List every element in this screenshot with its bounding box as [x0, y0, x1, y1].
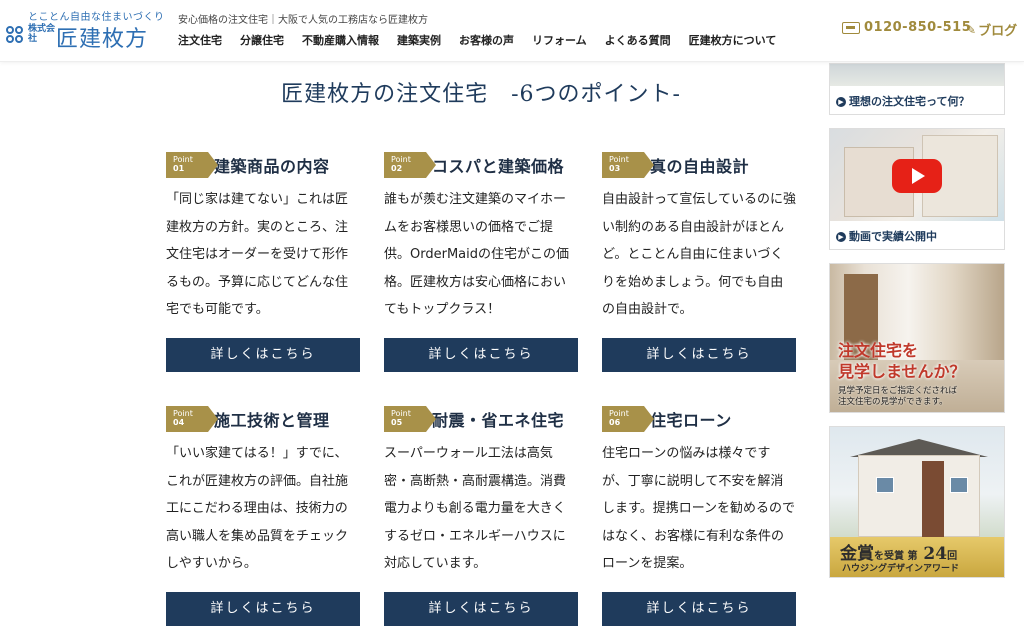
phone-number[interactable]: 0120-850-515 — [842, 20, 971, 35]
point-title: コスパと建築価格 — [432, 157, 565, 176]
point-card: Point 03 真の自由設計 自由設計って宣伝しているのに強い制約のある自由設計… — [602, 152, 796, 326]
sidebar-banner-tour[interactable]: 注文住宅を見学しませんか？ 見学予定日をご指定くだされば 注文住宅の見学ができます… — [829, 263, 1005, 413]
point-badge-label: Point — [173, 409, 193, 418]
point-title: 真の自由設計 — [650, 157, 750, 176]
nav-item-about[interactable]: 匠建枚方について — [689, 32, 777, 48]
point-body: 住宅ローンの悩みは様々ですが、丁寧に説明して不安を解消します。提携ローンを勧める… — [602, 446, 796, 571]
point-title: 耐震・省エネ住宅 — [432, 411, 565, 430]
point-badge: Point 05 — [384, 406, 436, 432]
house-photo — [830, 64, 1004, 86]
point-badge-label: Point — [391, 155, 411, 164]
arrow-right-icon: ▶ — [836, 232, 846, 242]
tour-heading-line: 注文住宅を — [838, 341, 919, 360]
nav-item-reform[interactable]: リフォーム — [532, 32, 587, 48]
point-heading: Point 05 耐震・省エネ住宅 — [384, 406, 578, 432]
point-badge-number: 01 — [173, 164, 185, 173]
point-badge-number: 04 — [173, 418, 185, 427]
point-badge: Point 02 — [384, 152, 436, 178]
point-body: 自由設計って宣伝しているのに強い制約のある自由設計がほとんど。とことん自由に住ま… — [602, 192, 796, 317]
tour-note: 見学予定日をご指定くだされば 注文住宅の見学ができます。 — [838, 386, 957, 408]
point-heading: Point 03 真の自由設計 — [602, 152, 796, 178]
point-badge-label: Point — [609, 155, 629, 164]
point-badge-number: 05 — [391, 418, 403, 427]
point-card: Point 06 住宅ローン 住宅ローンの悩みは様々ですが、丁寧に説明して不安を解… — [602, 406, 796, 580]
point-body: 「いい家建てはる！」すでに、これが匠建枚方の評価。自社施工にこだわる理由は、技術… — [166, 446, 349, 571]
point-title: 建築商品の内容 — [214, 157, 330, 176]
point-badge-label: Point — [391, 409, 411, 418]
site-logo[interactable]: とことん自由な住まいづくり 株式会社 匠建枚方 — [6, 8, 166, 56]
house-accent — [922, 461, 944, 537]
sidebar-banner-video[interactable]: ▶ 動画で実績公開中 — [829, 128, 1005, 250]
point-badge: Point 01 — [166, 152, 218, 178]
window-shape — [876, 477, 894, 493]
banner-label-text: 理想の注文住宅って何？ — [849, 95, 970, 108]
logo-mark-icon — [6, 26, 26, 46]
point-badge-label: Point — [173, 155, 193, 164]
video-play-icon[interactable] — [892, 159, 942, 193]
details-button[interactable]: 詳しくはこちら — [602, 338, 796, 372]
nav-item-custom-home[interactable]: 注文住宅 — [178, 32, 222, 48]
pencil-icon: ✎ — [966, 22, 977, 37]
details-button[interactable]: 詳しくはこちら — [166, 592, 360, 626]
point-heading: Point 02 コスパと建築価格 — [384, 152, 578, 178]
point-title: 施工技術と管理 — [214, 411, 330, 430]
details-button[interactable]: 詳しくはこちら — [384, 592, 578, 626]
details-button[interactable]: 詳しくはこちら — [384, 338, 578, 372]
logo-name: 匠建枚方 — [56, 27, 149, 52]
details-button[interactable]: 詳しくはこちら — [602, 592, 796, 626]
banner-label: ▶ 理想の注文住宅って何？ — [830, 90, 1004, 114]
point-heading: Point 01 建築商品の内容 — [166, 152, 360, 178]
point-card: Point 02 コスパと建築価格 誰もが羨む注文建築のマイホームをお客様思いの価… — [384, 152, 578, 326]
point-body: スーパーウォール工法は高気密・高断熱・高耐震構造。消費電力よりも創る電力量を大き… — [384, 446, 567, 571]
tour-heading: 注文住宅を見学しませんか？ — [838, 340, 966, 382]
point-heading: Point 04 施工技術と管理 — [166, 406, 360, 432]
phone-text: 0120-850-515 — [864, 20, 972, 35]
section-title: 匠建枚方の注文住宅 -6つのポイント- — [281, 82, 681, 107]
logo-company-type: 株式会社 — [28, 24, 56, 44]
point-body: 誰もが羨む注文建築のマイホームをお客様思いの価格でご提供。OrderMaidの住… — [384, 192, 569, 317]
point-badge-number: 06 — [609, 418, 621, 427]
sidebar-banner-award[interactable]: 金賞を受賞 第 24回 ハウジングデザインアワード — [829, 426, 1005, 578]
free-dial-icon — [842, 21, 860, 34]
point-badge-number: 03 — [609, 164, 621, 173]
award-name: ハウジングデザインアワード — [842, 564, 960, 574]
point-card: Point 04 施工技術と管理 「いい家建てはる！」すでに、これが匠建枚方の評価… — [166, 406, 360, 580]
point-badge: Point 06 — [602, 406, 654, 432]
tour-note-line: 注文住宅の見学ができます。 — [838, 397, 948, 407]
window-shape — [950, 477, 968, 493]
nav-item-voices[interactable]: お客様の声 — [459, 32, 514, 48]
blog-link[interactable]: ✎ ブログ — [966, 20, 1018, 40]
nav-item-examples[interactable]: 建築実例 — [397, 32, 441, 48]
banner-label-text: 動画で実績公開中 — [849, 230, 937, 243]
nav-item-faq[interactable]: よくある質問 — [605, 32, 671, 48]
tour-heading-line: 見学しませんか？ — [838, 362, 966, 381]
blog-label: ブログ — [978, 24, 1018, 39]
point-body: 「同じ家は建てない」これは匠建枚方の方針。実のところ、注文住宅はオーダーを受けて… — [166, 192, 349, 317]
details-button[interactable]: 詳しくはこちら — [166, 338, 360, 372]
point-title: 住宅ローン — [650, 411, 732, 430]
nav-item-real-estate[interactable]: 不動産購入情報 — [302, 32, 379, 48]
house-photo — [830, 129, 1004, 221]
arrow-right-icon: ▶ — [836, 97, 846, 107]
point-badge-number: 02 — [391, 164, 403, 173]
point-card: Point 01 建築商品の内容 「同じ家は建てない」これは匠建枚方の方針。実のと… — [166, 152, 360, 326]
sidebar-banner-ideal-home[interactable]: ▶ 理想の注文住宅って何？ — [829, 63, 1005, 115]
main-nav: 注文住宅 分譲住宅 不動産購入情報 建築実例 お客様の声 リフォーム よくある質… — [178, 32, 794, 48]
point-badge: Point 04 — [166, 406, 218, 432]
point-badge-label: Point — [609, 409, 629, 418]
header-tagline: 安心価格の注文住宅｜大阪で人気の工務店なら匠建枚方 — [178, 15, 428, 26]
point-heading: Point 06 住宅ローン — [602, 406, 796, 432]
site-header: とことん自由な住まいづくり 株式会社 匠建枚方 安心価格の注文住宅｜大阪で人気の… — [0, 0, 1024, 62]
banner-label: ▶ 動画で実績公開中 — [830, 225, 1004, 249]
tour-note-line: 見学予定日をご指定くだされば — [838, 386, 958, 396]
point-card: Point 05 耐震・省エネ住宅 スーパーウォール工法は高気密・高断熱・高耐震構… — [384, 406, 578, 580]
point-badge: Point 03 — [602, 152, 654, 178]
nav-item-subdivision[interactable]: 分譲住宅 — [240, 32, 284, 48]
house-wall — [858, 455, 980, 537]
